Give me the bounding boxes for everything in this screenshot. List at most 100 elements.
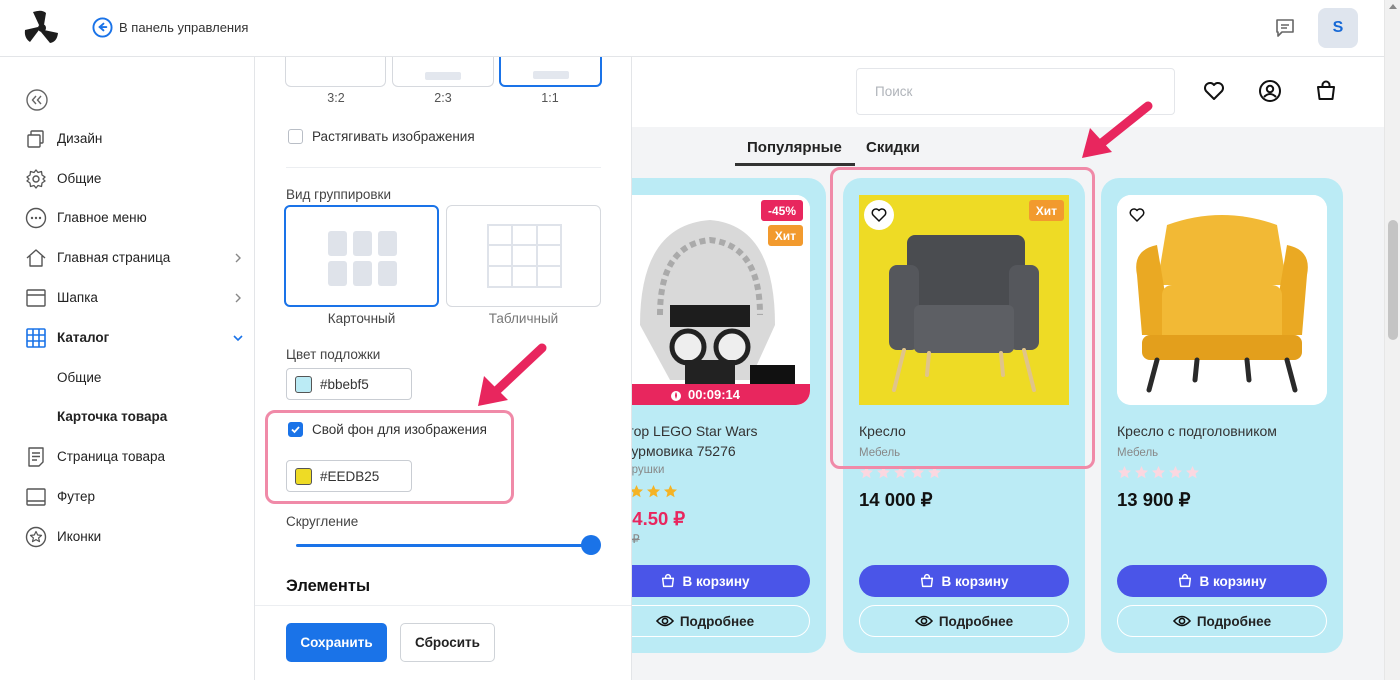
checkbox-label: Растягивать изображения xyxy=(312,129,475,144)
annotation-arrow-icon xyxy=(478,343,547,406)
collapse-sidebar-icon[interactable] xyxy=(26,89,48,111)
stretch-images-checkbox[interactable]: Растягивать изображения xyxy=(288,129,475,144)
product-image[interactable] xyxy=(1117,195,1327,405)
scroll-thumb[interactable] xyxy=(1388,220,1398,340)
eye-icon xyxy=(914,615,933,627)
sidebar-item-home-page[interactable]: Главная страница xyxy=(0,242,255,274)
shopping-bag-icon xyxy=(921,573,934,588)
sidebar-item-catalog[interactable]: Каталог xyxy=(0,322,255,354)
ratio-label: 1:1 xyxy=(541,91,559,105)
grouping-label: Вид группировки xyxy=(286,187,392,202)
ratio-option-3-2[interactable] xyxy=(285,57,386,87)
add-to-cart-button[interactable]: В корзину xyxy=(1117,565,1327,597)
star-circle-icon xyxy=(25,526,47,548)
annotation-arrow-icon xyxy=(1082,101,1153,158)
sidebar-item-label: Страница товара xyxy=(57,449,166,464)
rounding-slider-track[interactable] xyxy=(296,544,591,547)
grouping-table-option[interactable] xyxy=(446,205,601,307)
favorite-button[interactable] xyxy=(1122,200,1152,230)
rating-stars xyxy=(1117,465,1200,480)
bg-color-input[interactable]: #bbebf5 xyxy=(286,368,412,400)
sidebar-item-header[interactable]: Шапка xyxy=(0,282,255,314)
ratio-option-1-1[interactable] xyxy=(499,57,602,87)
sidebar-item-general[interactable]: Общие xyxy=(0,163,255,195)
add-to-cart-button[interactable]: В корзину xyxy=(632,565,810,597)
color-swatch[interactable] xyxy=(295,375,312,393)
product-old-price: 0 ₽ xyxy=(632,532,640,546)
product-name-line: труктор LEGO Star Wars xyxy=(632,423,758,439)
product-image[interactable]: -45% Хит 00:09:14 xyxy=(632,195,810,405)
window-icon xyxy=(26,289,46,307)
ratio-label: 2:3 xyxy=(434,91,452,105)
star-icon xyxy=(664,485,677,498)
eye-icon xyxy=(655,615,674,627)
add-to-cart-button[interactable]: В корзину xyxy=(859,565,1069,597)
grouping-card-option[interactable] xyxy=(284,205,439,307)
save-button[interactable]: Сохранить xyxy=(286,623,387,662)
cart-button-label: В корзину xyxy=(1199,573,1267,589)
app-logo-icon[interactable] xyxy=(24,10,60,44)
more-dots-circle-icon xyxy=(25,207,47,229)
product-card[interactable]: -45% Хит 00:09:14 труктор LEGO Star Wars… xyxy=(632,178,826,653)
tab-discounts[interactable]: Скидки xyxy=(866,139,920,156)
gear-icon xyxy=(26,169,46,189)
page-scrollbar[interactable] xyxy=(1384,0,1400,680)
product-category: кие игрушки xyxy=(632,464,665,476)
sidebar-item-footer[interactable]: Футер xyxy=(0,481,255,513)
details-button[interactable]: Подробнее xyxy=(632,605,810,637)
user-avatar[interactable]: S xyxy=(1318,8,1358,48)
details-button-label: Подробнее xyxy=(679,613,755,629)
back-to-dashboard-link[interactable]: В панель управления xyxy=(92,17,248,38)
bg-color-label: Цвет подложки xyxy=(286,347,381,362)
sidebar-item-design[interactable]: Дизайн xyxy=(0,123,255,155)
rounding-label: Скругление xyxy=(286,514,359,529)
sidebar-subitem-product-card[interactable]: Карточка товара xyxy=(0,401,255,433)
details-button[interactable]: Подробнее xyxy=(859,605,1069,637)
sidebar-item-icons[interactable]: Иконки xyxy=(0,521,255,553)
countdown-timer: 00:09:14 xyxy=(632,384,810,405)
back-arrow-circle-icon xyxy=(92,17,113,38)
cart-button-label: В корзину xyxy=(682,573,750,589)
annotation-highlight-box xyxy=(830,167,1095,469)
message-icon[interactable] xyxy=(1274,17,1296,39)
sidebar: Дизайн Общие Главное меню Главная страни… xyxy=(0,57,255,680)
product-price: 94.50 ₽ xyxy=(632,508,686,529)
chevron-down-icon xyxy=(233,335,243,342)
shopping-bag-icon[interactable] xyxy=(1314,79,1338,103)
product-name: Кресло с подголовником xyxy=(1117,423,1277,439)
star-icon xyxy=(1186,466,1199,479)
product-price: 14 000 ₽ xyxy=(859,489,933,510)
document-icon xyxy=(28,447,44,467)
details-button[interactable]: Подробнее xyxy=(1117,605,1327,637)
sidebar-item-main-menu[interactable]: Главное меню xyxy=(0,202,255,234)
footer-layout-icon xyxy=(26,488,46,506)
card-grid-icon xyxy=(328,231,397,286)
ratio-preview xyxy=(425,72,461,80)
sidebar-item-product-page[interactable]: Страница товара xyxy=(0,441,255,473)
product-name-line: м штурмовика 75276 xyxy=(632,443,736,459)
heart-icon xyxy=(1129,208,1145,222)
rounding-slider-thumb[interactable] xyxy=(581,535,601,555)
scroll-up-arrow-icon[interactable] xyxy=(1389,4,1397,9)
annotation-highlight-box xyxy=(265,410,514,504)
shopping-bag-icon xyxy=(1179,573,1192,588)
checkbox-box[interactable] xyxy=(288,129,303,144)
tab-popular[interactable]: Популярные xyxy=(747,139,842,156)
wingback-chair-image xyxy=(1117,195,1327,405)
cart-button-label: В корзину xyxy=(941,573,1009,589)
ratio-option-2-3[interactable] xyxy=(392,57,494,87)
rating-stars xyxy=(632,484,678,499)
user-icon[interactable] xyxy=(1258,79,1282,103)
sidebar-item-label: Каталог xyxy=(57,330,110,345)
product-card[interactable]: Кресло с подголовником Мебель 13 900 ₽ В… xyxy=(1101,178,1343,653)
heart-icon[interactable] xyxy=(1202,79,1226,103)
bg-color-value: #bbebf5 xyxy=(320,376,369,392)
details-button-label: Подробнее xyxy=(938,613,1014,629)
reset-button[interactable]: Сбросить xyxy=(400,623,495,662)
star-icon xyxy=(632,485,643,498)
sidebar-subitem-catalog-general[interactable]: Общие xyxy=(0,362,255,394)
sidebar-item-label: Дизайн xyxy=(57,131,103,146)
sidebar-item-label: Футер xyxy=(57,489,96,504)
preview-header: Поиск xyxy=(632,57,1384,127)
settings-panel: 3:2 2:3 1:1 Растягивать изображения Вид … xyxy=(255,57,632,680)
